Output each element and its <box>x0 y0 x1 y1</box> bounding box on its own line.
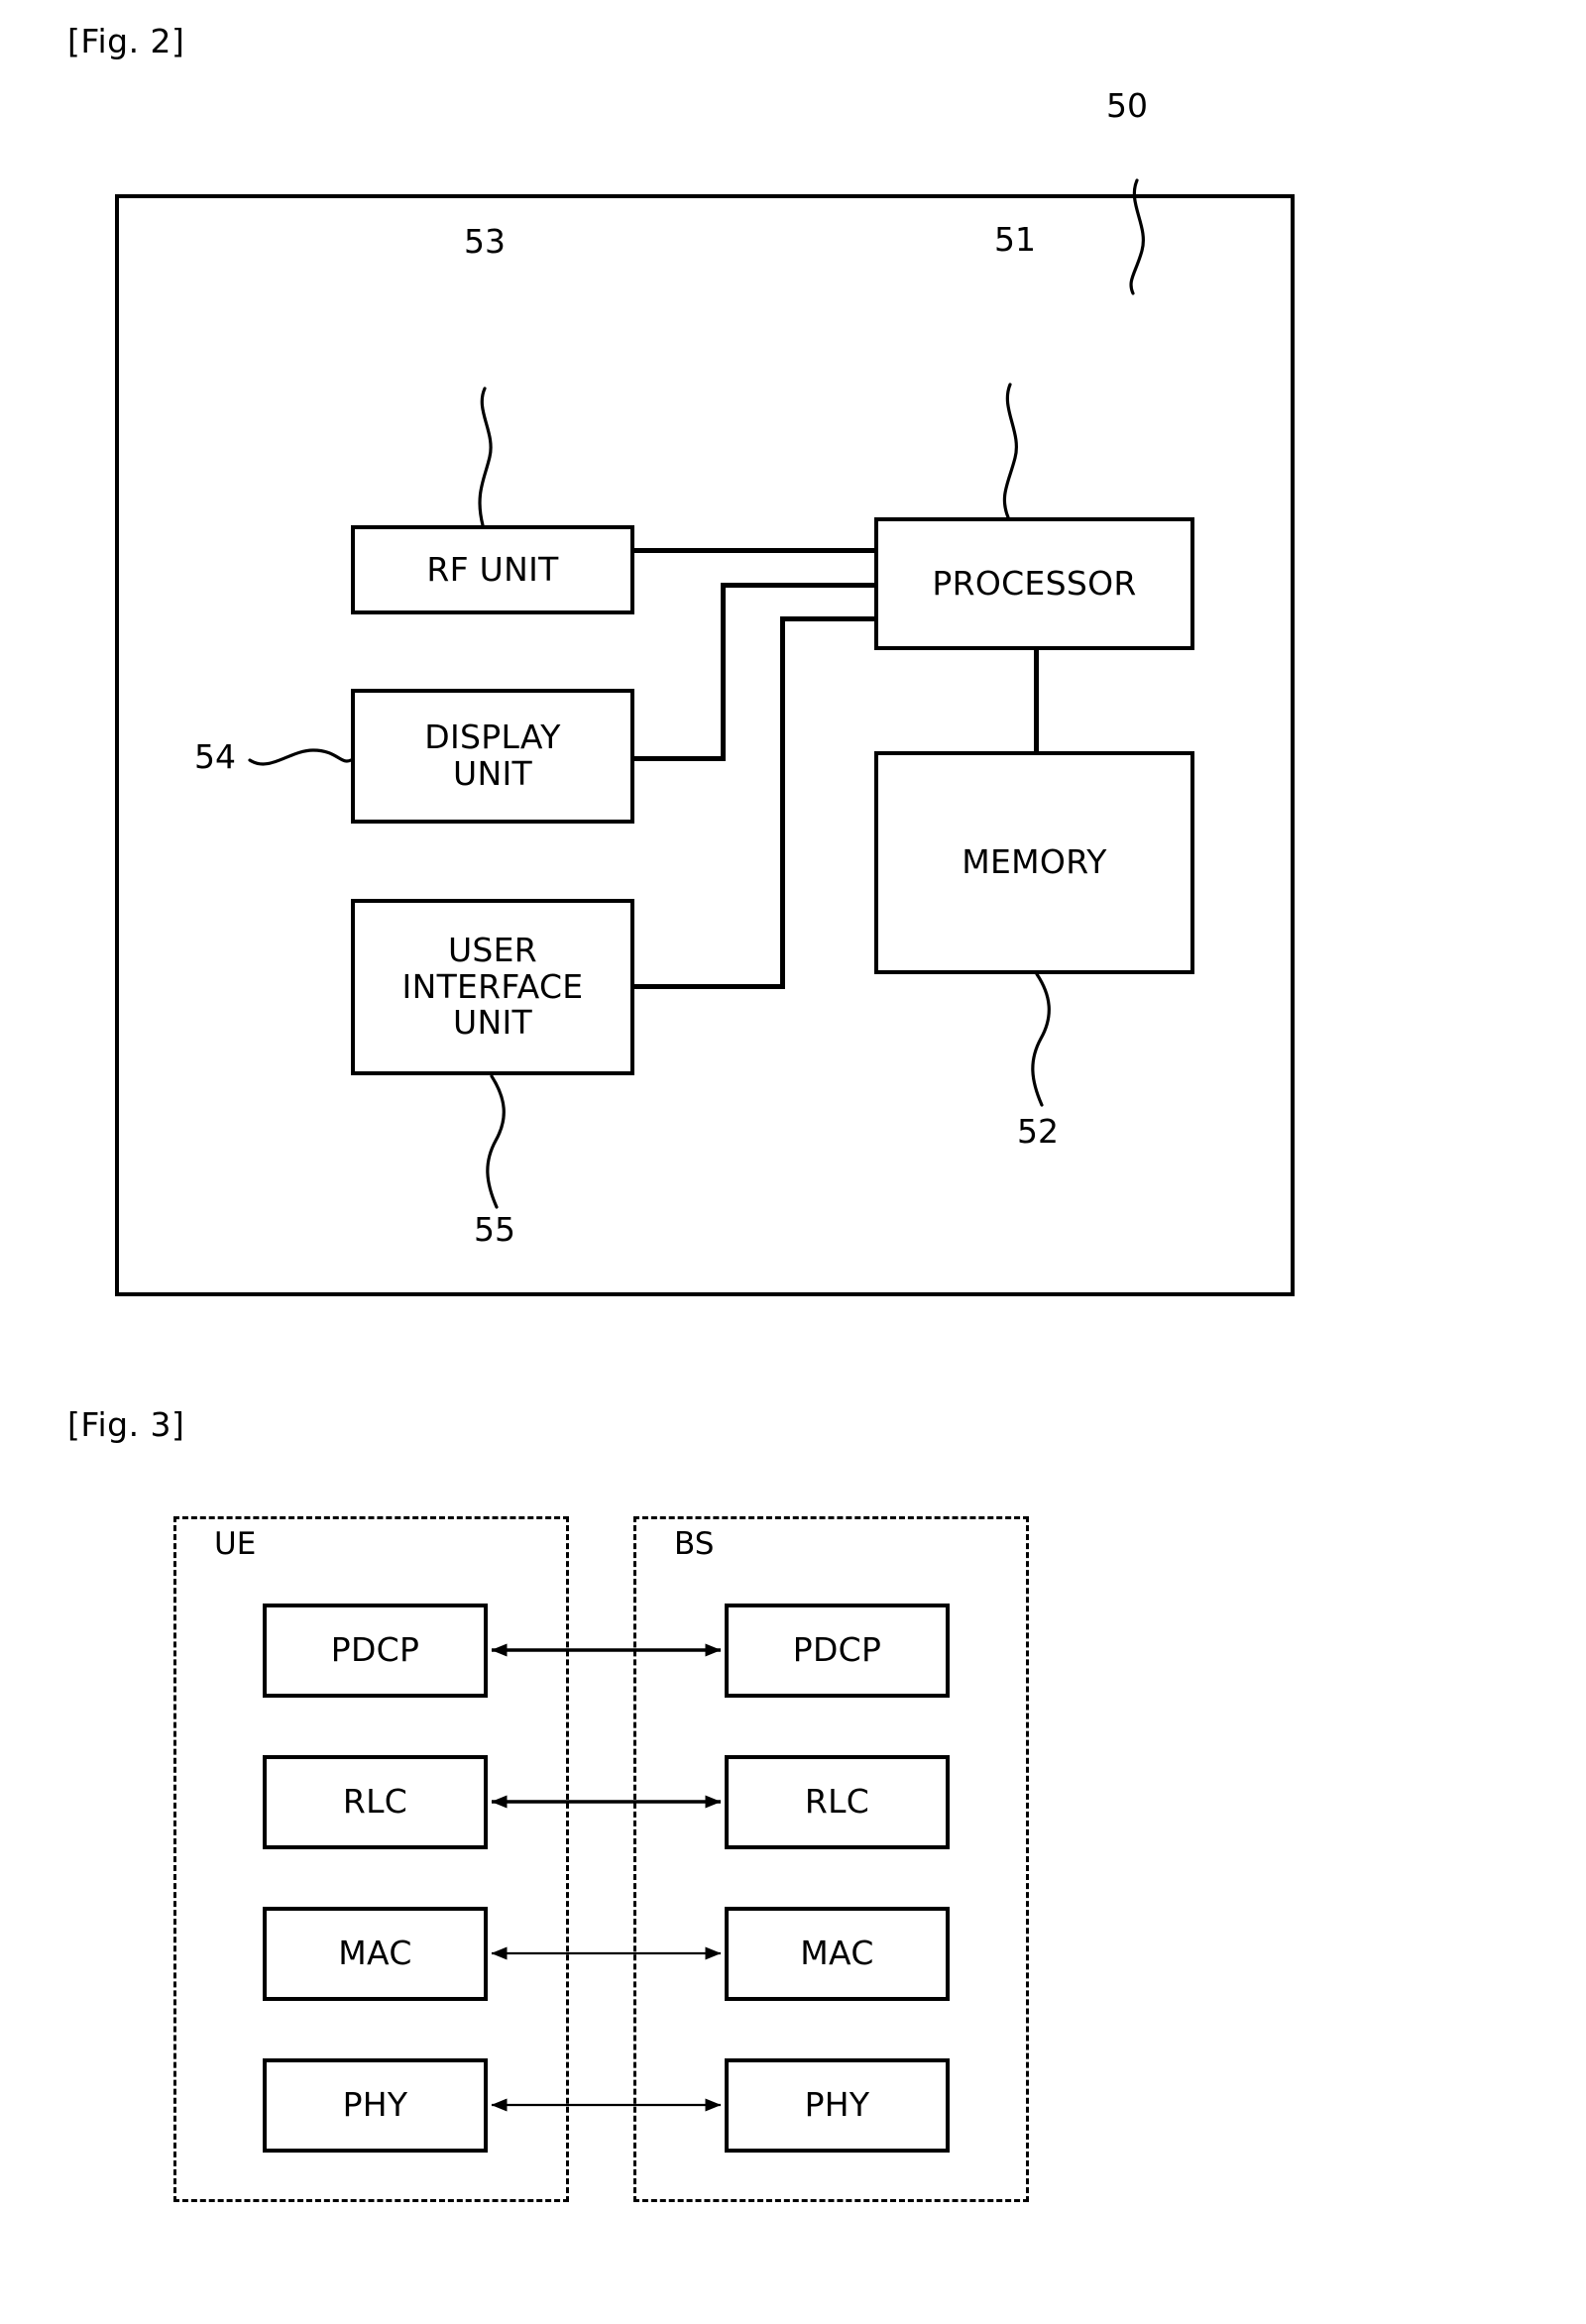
bs-rlc-label: RLC <box>804 1782 870 1822</box>
wire-ui-unit-riser <box>780 616 785 989</box>
wire-display-unit-horizontal <box>634 756 726 761</box>
figure-2-caption: [Fig. 2] <box>67 22 185 60</box>
ue-pdcp-block[interactable]: PDCP <box>263 1604 488 1698</box>
bs-pdcp-label: PDCP <box>792 1630 882 1670</box>
memory-block[interactable]: MEMORY <box>874 751 1194 974</box>
ref-numeral-53: 53 <box>464 222 506 261</box>
display-unit-label: DISPLAY UNIT <box>424 718 561 793</box>
ue-mac-label: MAC <box>338 1934 412 1973</box>
wire-ui-unit-to-processor <box>780 616 876 621</box>
ref-numeral-55: 55 <box>474 1210 515 1249</box>
ue-phy-label: PHY <box>342 2085 408 2125</box>
ref-numeral-52: 52 <box>1017 1112 1059 1151</box>
ref-numeral-50: 50 <box>1106 86 1148 125</box>
rf-unit-label: RF UNIT <box>426 549 559 589</box>
ref-numeral-51: 51 <box>994 220 1036 259</box>
bs-label: BS <box>674 1526 715 1562</box>
device-outer-boundary <box>115 194 1295 1296</box>
wire-ui-unit-horizontal <box>634 984 785 989</box>
bs-rlc-block[interactable]: RLC <box>725 1755 950 1849</box>
processor-label: PROCESSOR <box>932 563 1137 603</box>
bs-phy-block[interactable]: PHY <box>725 2058 950 2153</box>
ue-rlc-block[interactable]: RLC <box>263 1755 488 1849</box>
ue-label: UE <box>214 1526 257 1562</box>
wire-rf-unit-to-processor <box>634 548 876 553</box>
bs-pdcp-block[interactable]: PDCP <box>725 1604 950 1698</box>
ue-mac-block[interactable]: MAC <box>263 1907 488 2001</box>
wire-processor-to-memory <box>1034 650 1039 753</box>
ue-pdcp-label: PDCP <box>330 1630 420 1670</box>
bs-mac-label: MAC <box>800 1934 874 1973</box>
display-unit-block[interactable]: DISPLAY UNIT <box>351 689 634 824</box>
bs-mac-block[interactable]: MAC <box>725 1907 950 2001</box>
ref-numeral-54: 54 <box>194 737 236 776</box>
user-interface-unit-label: USER INTERFACE UNIT <box>401 930 584 1043</box>
wire-display-unit-riser <box>721 583 726 761</box>
ue-phy-block[interactable]: PHY <box>263 2058 488 2153</box>
rf-unit-block[interactable]: RF UNIT <box>351 525 634 614</box>
ue-rlc-label: RLC <box>342 1782 408 1822</box>
patent-figure-sheet: [Fig. 2] 50 53 51 54 52 55 RF UNIT DISPL… <box>0 0 1586 2324</box>
user-interface-unit-block[interactable]: USER INTERFACE UNIT <box>351 899 634 1075</box>
bs-phy-label: PHY <box>804 2085 870 2125</box>
memory-label: MEMORY <box>962 842 1107 882</box>
figure-3-caption: [Fig. 3] <box>67 1405 185 1444</box>
processor-block[interactable]: PROCESSOR <box>874 517 1194 650</box>
wire-display-unit-to-processor <box>721 583 876 588</box>
